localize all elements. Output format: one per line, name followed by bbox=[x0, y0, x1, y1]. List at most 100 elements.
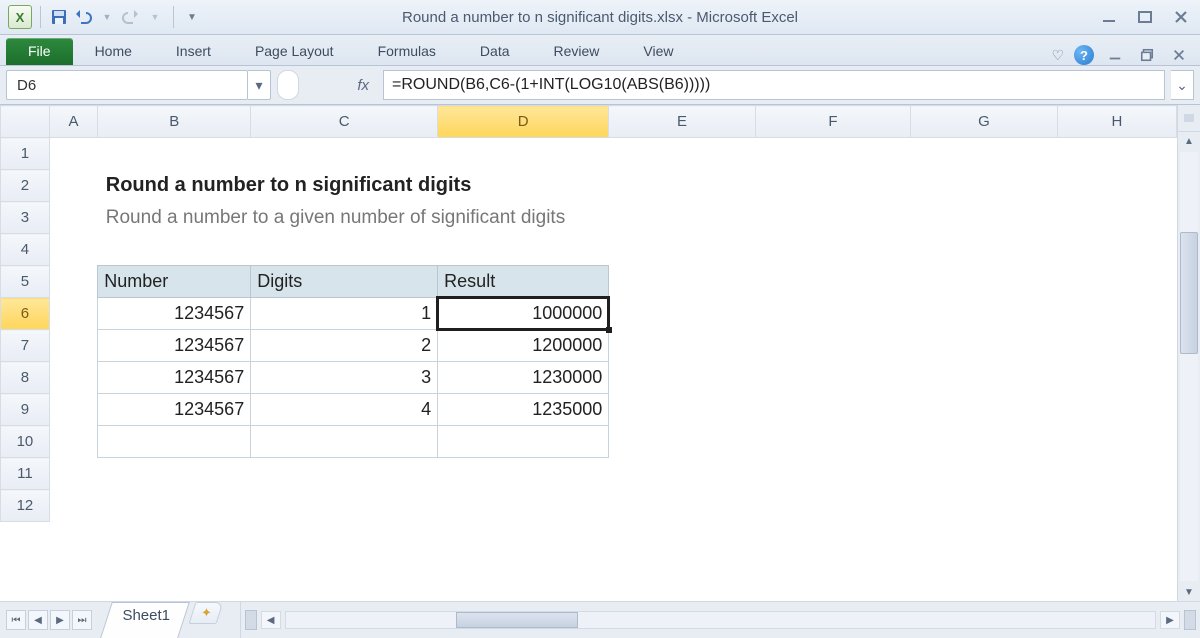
workbook-minimize-button[interactable] bbox=[1104, 46, 1126, 64]
doc-title: Round a number to n significant digits bbox=[104, 174, 472, 196]
row-header-11[interactable]: 11 bbox=[1, 458, 50, 490]
sheet-nav-prev-icon[interactable]: ◀ bbox=[28, 610, 48, 630]
minimize-button[interactable] bbox=[1098, 8, 1120, 26]
tab-home[interactable]: Home bbox=[73, 38, 154, 65]
sheet-nav-first-icon[interactable]: ⏮ bbox=[6, 610, 26, 630]
ribbon-tabs: File Home Insert Page Layout Formulas Da… bbox=[0, 35, 1200, 66]
tab-insert[interactable]: Insert bbox=[154, 38, 233, 65]
split-handle-top[interactable] bbox=[1178, 105, 1200, 132]
cell-c10[interactable] bbox=[251, 426, 438, 458]
cell-c7[interactable]: 2 bbox=[251, 330, 438, 362]
qat-divider-2 bbox=[173, 6, 174, 28]
file-tab[interactable]: File bbox=[6, 38, 73, 65]
table-header-number[interactable]: Number bbox=[98, 266, 251, 298]
formula-expand-icon[interactable]: ⌄ bbox=[1171, 70, 1194, 100]
vscroll-track[interactable] bbox=[1180, 152, 1198, 581]
save-icon[interactable] bbox=[49, 7, 69, 27]
vscroll-thumb[interactable] bbox=[1180, 232, 1198, 354]
customize-qat-icon[interactable]: ▼ bbox=[182, 7, 202, 27]
cell-b7[interactable]: 1234567 bbox=[98, 330, 251, 362]
workbook-close-button[interactable] bbox=[1168, 46, 1190, 64]
vertical-scrollbar[interactable]: ▲ ▼ bbox=[1177, 105, 1200, 601]
col-header-b[interactable]: B bbox=[98, 106, 251, 138]
cell-d7[interactable]: 1200000 bbox=[438, 330, 609, 362]
cell-d9[interactable]: 1235000 bbox=[438, 394, 609, 426]
horizontal-scrollbar[interactable]: ◀ ▶ bbox=[240, 602, 1200, 638]
scroll-down-icon[interactable]: ▼ bbox=[1178, 583, 1200, 601]
spreadsheet-grid[interactable]: A B C D E F G H 1 2 Round a number to n … bbox=[0, 105, 1177, 522]
col-header-f[interactable]: F bbox=[755, 106, 911, 138]
table-header-digits[interactable]: Digits bbox=[251, 266, 438, 298]
redo-icon[interactable] bbox=[121, 7, 141, 27]
row-header-10[interactable]: 10 bbox=[1, 426, 50, 458]
cell-b6[interactable]: 1234567 bbox=[98, 298, 251, 330]
cell-d8[interactable]: 1230000 bbox=[438, 362, 609, 394]
tab-review[interactable]: Review bbox=[532, 38, 622, 65]
maximize-button[interactable] bbox=[1134, 8, 1156, 26]
cell-d6[interactable]: 1000000 bbox=[438, 298, 609, 330]
row-header-1[interactable]: 1 bbox=[1, 138, 50, 170]
cell-c9[interactable]: 4 bbox=[251, 394, 438, 426]
sheet-nav-next-icon[interactable]: ▶ bbox=[50, 610, 70, 630]
tab-view[interactable]: View bbox=[621, 38, 695, 65]
redo-more-icon[interactable]: ▼ bbox=[145, 7, 165, 27]
sheet-nav-buttons: ⏮ ◀ ▶ ⏭ bbox=[0, 602, 98, 638]
col-header-e[interactable]: E bbox=[609, 106, 755, 138]
row-header-9[interactable]: 9 bbox=[1, 394, 50, 426]
worksheet-area: A B C D E F G H 1 2 Round a number to n … bbox=[0, 105, 1200, 601]
undo-more-icon[interactable]: ▼ bbox=[97, 7, 117, 27]
cell-c8[interactable]: 3 bbox=[251, 362, 438, 394]
qat-divider bbox=[40, 6, 41, 28]
cancel-formula-icon[interactable] bbox=[277, 70, 299, 100]
row-header-2[interactable]: 2 bbox=[1, 170, 50, 202]
tab-split-handle[interactable] bbox=[245, 610, 257, 630]
hscroll-thumb[interactable] bbox=[456, 612, 578, 628]
row-header-8[interactable]: 8 bbox=[1, 362, 50, 394]
name-box-dropdown-icon[interactable]: ▾ bbox=[248, 70, 271, 100]
title-bar: X ▼ ▼ ▼ Round a number to n significant … bbox=[0, 0, 1200, 35]
ribbon-minimize-icon[interactable]: ♡ bbox=[1051, 47, 1064, 64]
split-handle-right[interactable] bbox=[1184, 610, 1196, 630]
tab-page-layout[interactable]: Page Layout bbox=[233, 38, 356, 65]
doc-subtitle: Round a number to a given number of sign… bbox=[104, 207, 565, 228]
fx-label: fx bbox=[357, 77, 369, 94]
cell-c6[interactable]: 1 bbox=[251, 298, 438, 330]
close-button[interactable] bbox=[1170, 8, 1192, 26]
row-header-5[interactable]: 5 bbox=[1, 266, 50, 298]
cell-b8[interactable]: 1234567 bbox=[98, 362, 251, 394]
col-header-h[interactable]: H bbox=[1057, 106, 1176, 138]
col-header-g[interactable]: G bbox=[911, 106, 1057, 138]
workbook-restore-button[interactable] bbox=[1136, 46, 1158, 64]
row-header-4[interactable]: 4 bbox=[1, 234, 50, 266]
tab-data[interactable]: Data bbox=[458, 38, 532, 65]
table-header-result[interactable]: Result bbox=[438, 266, 609, 298]
row-header-3[interactable]: 3 bbox=[1, 202, 50, 234]
excel-window: X ▼ ▼ ▼ Round a number to n significant … bbox=[0, 0, 1200, 630]
hscroll-track[interactable] bbox=[285, 611, 1156, 629]
col-header-c[interactable]: C bbox=[251, 106, 438, 138]
col-header-a[interactable]: A bbox=[49, 106, 97, 138]
cell-d10[interactable] bbox=[438, 426, 609, 458]
row-header-7[interactable]: 7 bbox=[1, 330, 50, 362]
cell-b10[interactable] bbox=[98, 426, 251, 458]
cell-b9[interactable]: 1234567 bbox=[98, 394, 251, 426]
col-header-d[interactable]: D bbox=[438, 106, 609, 138]
window-controls bbox=[1098, 8, 1192, 26]
formula-input[interactable]: =ROUND(B6,C6-(1+INT(LOG10(ABS(B6))))) bbox=[383, 70, 1165, 100]
select-all-corner[interactable] bbox=[1, 106, 50, 138]
new-sheet-button[interactable]: ✦ bbox=[188, 602, 223, 624]
row-header-12[interactable]: 12 bbox=[1, 490, 50, 522]
name-box[interactable]: D6 bbox=[6, 70, 248, 100]
scroll-left-icon[interactable]: ◀ bbox=[261, 611, 281, 629]
scroll-up-icon[interactable]: ▲ bbox=[1178, 132, 1200, 150]
sheet-nav-last-icon[interactable]: ⏭ bbox=[72, 610, 92, 630]
undo-icon[interactable] bbox=[73, 7, 93, 27]
insert-function-button[interactable]: fx bbox=[309, 70, 377, 100]
sheet-tab-sheet1[interactable]: Sheet1 bbox=[100, 602, 189, 638]
tab-formulas[interactable]: Formulas bbox=[356, 38, 458, 65]
quick-access-toolbar: X ▼ ▼ ▼ bbox=[8, 5, 202, 29]
row-header-6[interactable]: 6 bbox=[1, 298, 50, 330]
excel-logo-icon[interactable]: X bbox=[8, 5, 32, 29]
help-icon[interactable]: ? bbox=[1074, 45, 1094, 65]
scroll-right-icon[interactable]: ▶ bbox=[1160, 611, 1180, 629]
